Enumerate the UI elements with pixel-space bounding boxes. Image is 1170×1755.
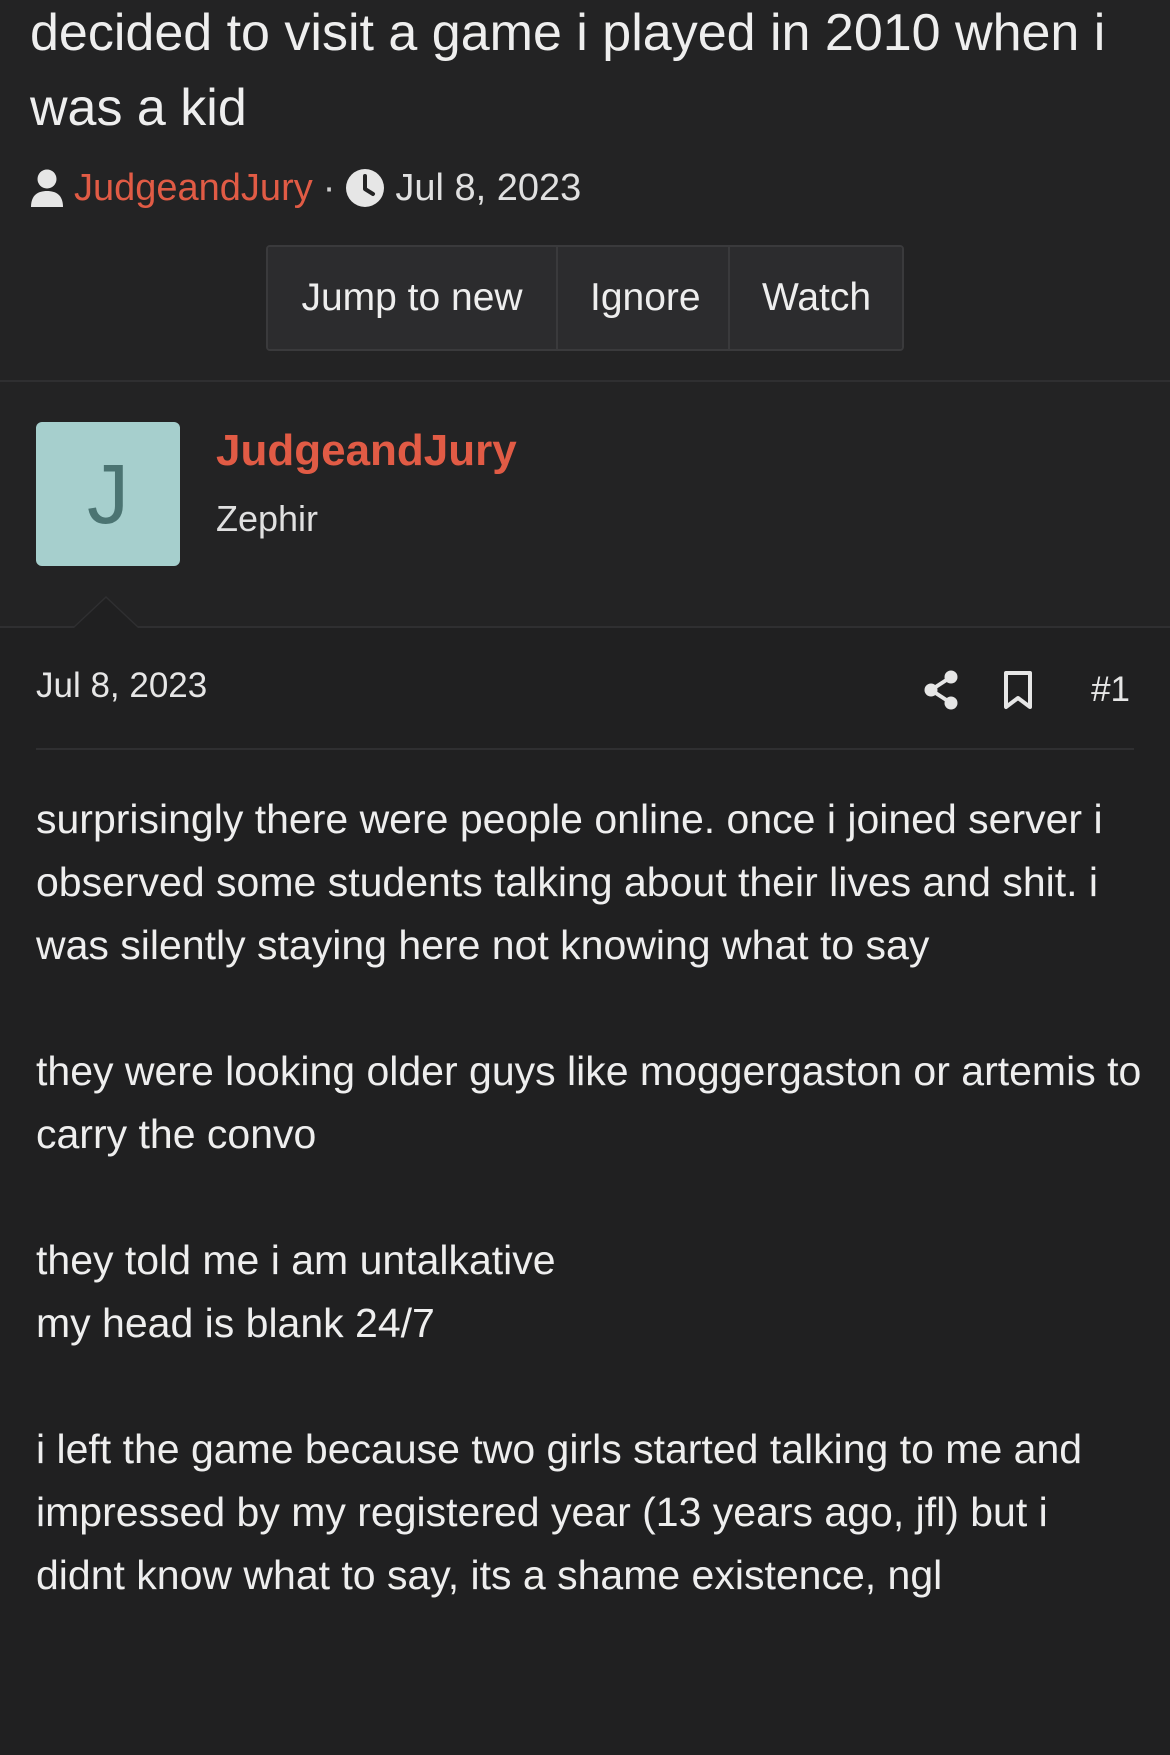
thread-author-link[interactable]: JudgeandJury [74,167,313,210]
jump-to-new-button[interactable]: Jump to new [268,247,558,349]
thread-meta: JudgeandJury · Jul 8, 2023 [30,160,581,216]
message-paragraph: i left the game because two girls starte… [36,1418,1146,1607]
avatar[interactable]: J [36,422,180,566]
post-actions: #1 [923,662,1130,718]
user-icon [30,168,64,208]
message-line: my head is blank 24/7 [36,1300,435,1346]
watch-button[interactable]: Watch [730,247,902,349]
clock-icon [345,168,385,208]
post-message: surprisingly there were people online. o… [36,788,1146,1607]
message-paragraph: they told me i am untalkative my head is… [36,1229,1146,1355]
thread-title: decided to visit a game i played in 2010… [30,4,1106,137]
thread-button-group: Jump to new Ignore Watch [266,245,904,351]
bookmark-icon[interactable] [1003,670,1033,710]
thread-header: decided to visit a game i played in 2010… [0,0,1170,382]
message-line: they were looking older guys like mogger… [36,1048,1142,1157]
meta-separator: · [322,166,336,209]
ignore-button[interactable]: Ignore [558,247,730,349]
post-number-link[interactable]: #1 [1091,670,1130,710]
post-divider [36,748,1134,750]
post-date[interactable]: Jul 8, 2023 [36,666,207,706]
share-icon[interactable] [923,670,959,710]
post-user-block: J JudgeandJury Zephir [0,382,1170,626]
message-paragraph: surprisingly there were people online. o… [36,788,1146,977]
message-line: surprisingly there were people online. o… [36,796,1103,968]
user-title: Zephir [216,498,319,539]
message-line: i left the game because two girls starte… [36,1426,1083,1598]
message-line: they told me i am untalkative [36,1237,556,1283]
thread-date[interactable]: Jul 8, 2023 [395,167,581,210]
page: decided to visit a game i played in 2010… [0,0,1170,1755]
post-username-link[interactable]: JudgeandJury [216,426,517,476]
post-body: Jul 8, 2023 #1 surprisingly there were p… [0,596,1170,1755]
message-paragraph: they were looking older guys like mogger… [36,1040,1146,1166]
post-arrow-decoration [72,596,140,628]
